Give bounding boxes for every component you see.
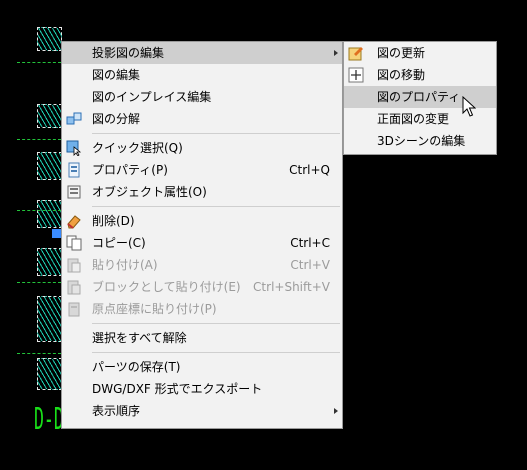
menu-item[interactable]: 図のインプレイス編集 (62, 86, 342, 108)
menu-item-label: DWG/DXF 形式でエクスポート (92, 382, 263, 396)
hatched-section-4 (37, 200, 62, 228)
menu-item-label: 表示順序 (92, 404, 141, 418)
menu-separator (92, 206, 340, 207)
submenu-item[interactable]: 図の移動 (344, 64, 496, 86)
shortcut-label: Ctrl+V (290, 258, 330, 272)
menu-item-label: プロパティ(P) (92, 163, 168, 177)
explode-view-icon (66, 111, 82, 127)
menu-item[interactable]: 表示順序 (62, 400, 342, 422)
menu-item-label: パーツの保存(T) (92, 360, 181, 374)
menu-separator (92, 133, 340, 134)
copy-icon (66, 235, 82, 251)
menu-item[interactable]: ブロックとして貼り付け(E) Ctrl+Shift+V (62, 276, 342, 298)
object-attributes-icon (66, 184, 82, 200)
menu-item[interactable]: 原点座標に貼り付け(P) (62, 298, 342, 320)
menu-item-label: 図のプロパティ (377, 90, 461, 104)
mouse-cursor-icon (462, 96, 476, 117)
move-view-icon (348, 67, 364, 83)
menu-item-label: 削除(D) (92, 214, 135, 228)
guide-line (17, 282, 61, 283)
menu-item-label: 投影図の編集 (92, 46, 165, 60)
quick-select-icon (66, 140, 82, 157)
shortcut-label: Ctrl+Shift+V (253, 280, 330, 294)
menu-separator (92, 352, 340, 353)
paste-icon (66, 257, 82, 273)
menu-item-label: 選択をすべて解除 (92, 331, 187, 345)
menu-item[interactable]: 選択をすべて解除 (62, 327, 342, 349)
context-menu: 投影図の編集 図の編集図のインプレイス編集 図の分解クイック選択(Q) プロパティ(P… (61, 41, 343, 429)
menu-item[interactable]: オブジェクト属性(O) (62, 181, 342, 203)
submenu-item[interactable]: 3Dシーンの編集 (344, 130, 496, 152)
submenu-arrow-icon (334, 408, 338, 414)
menu-separator (92, 323, 340, 324)
properties-icon (66, 162, 82, 178)
menu-item[interactable]: 削除(D) (62, 210, 342, 232)
update-view-icon (348, 45, 364, 61)
menu-item-label: 図の編集 (92, 68, 141, 82)
menu-item-label: オブジェクト属性(O) (92, 185, 207, 199)
guide-line (17, 353, 61, 354)
menu-item[interactable]: DWG/DXF 形式でエクスポート (62, 378, 342, 400)
selection-grip[interactable] (52, 229, 61, 238)
menu-item-label: 3Dシーンの編集 (377, 134, 466, 148)
guide-line (17, 139, 61, 140)
menu-item[interactable]: 投影図の編集 (62, 42, 342, 64)
submenu-arrow-icon (334, 50, 338, 56)
paste-origin-icon (66, 301, 82, 317)
guide-line (17, 62, 61, 63)
menu-item-label: 図のインプレイス編集 (92, 90, 212, 104)
menu-item-label: ブロックとして貼り付け(E) (92, 280, 241, 294)
menu-item[interactable]: コピー(C) Ctrl+C (62, 232, 342, 254)
menu-item-label: 図の移動 (377, 68, 426, 82)
shortcut-label: Ctrl+C (290, 236, 330, 250)
menu-item-label: クイック選択(Q) (92, 141, 183, 155)
shortcut-label: Ctrl+Q (289, 163, 330, 177)
hatched-section-5 (37, 248, 62, 276)
menu-item-label: 貼り付け(A) (92, 258, 158, 272)
eraser-icon (66, 213, 82, 229)
hatched-section-1 (37, 27, 62, 51)
drawing-view-label: D-D (34, 402, 64, 437)
hatched-section-6 (37, 296, 62, 342)
hatched-section-2 (37, 104, 62, 128)
menu-item[interactable]: 貼り付け(A) Ctrl+V (62, 254, 342, 276)
paste-block-icon (66, 279, 82, 295)
hatched-section-7 (37, 358, 62, 390)
menu-item[interactable]: クイック選択(Q) (62, 137, 342, 159)
menu-item-label: 原点座標に貼り付け(P) (92, 302, 217, 316)
guide-line (17, 210, 61, 211)
menu-item[interactable]: プロパティ(P) Ctrl+Q (62, 159, 342, 181)
menu-item-label: コピー(C) (92, 236, 146, 250)
menu-item-label: 図の分解 (92, 112, 141, 126)
hatched-section-3 (37, 152, 62, 180)
menu-item[interactable]: 図の編集 (62, 64, 342, 86)
menu-item[interactable]: 図の分解 (62, 108, 342, 130)
menu-item-label: 図の更新 (377, 46, 426, 60)
menu-item[interactable]: パーツの保存(T) (62, 356, 342, 378)
submenu-item[interactable]: 図の更新 (344, 42, 496, 64)
menu-item-label: 正面図の変更 (377, 112, 450, 126)
